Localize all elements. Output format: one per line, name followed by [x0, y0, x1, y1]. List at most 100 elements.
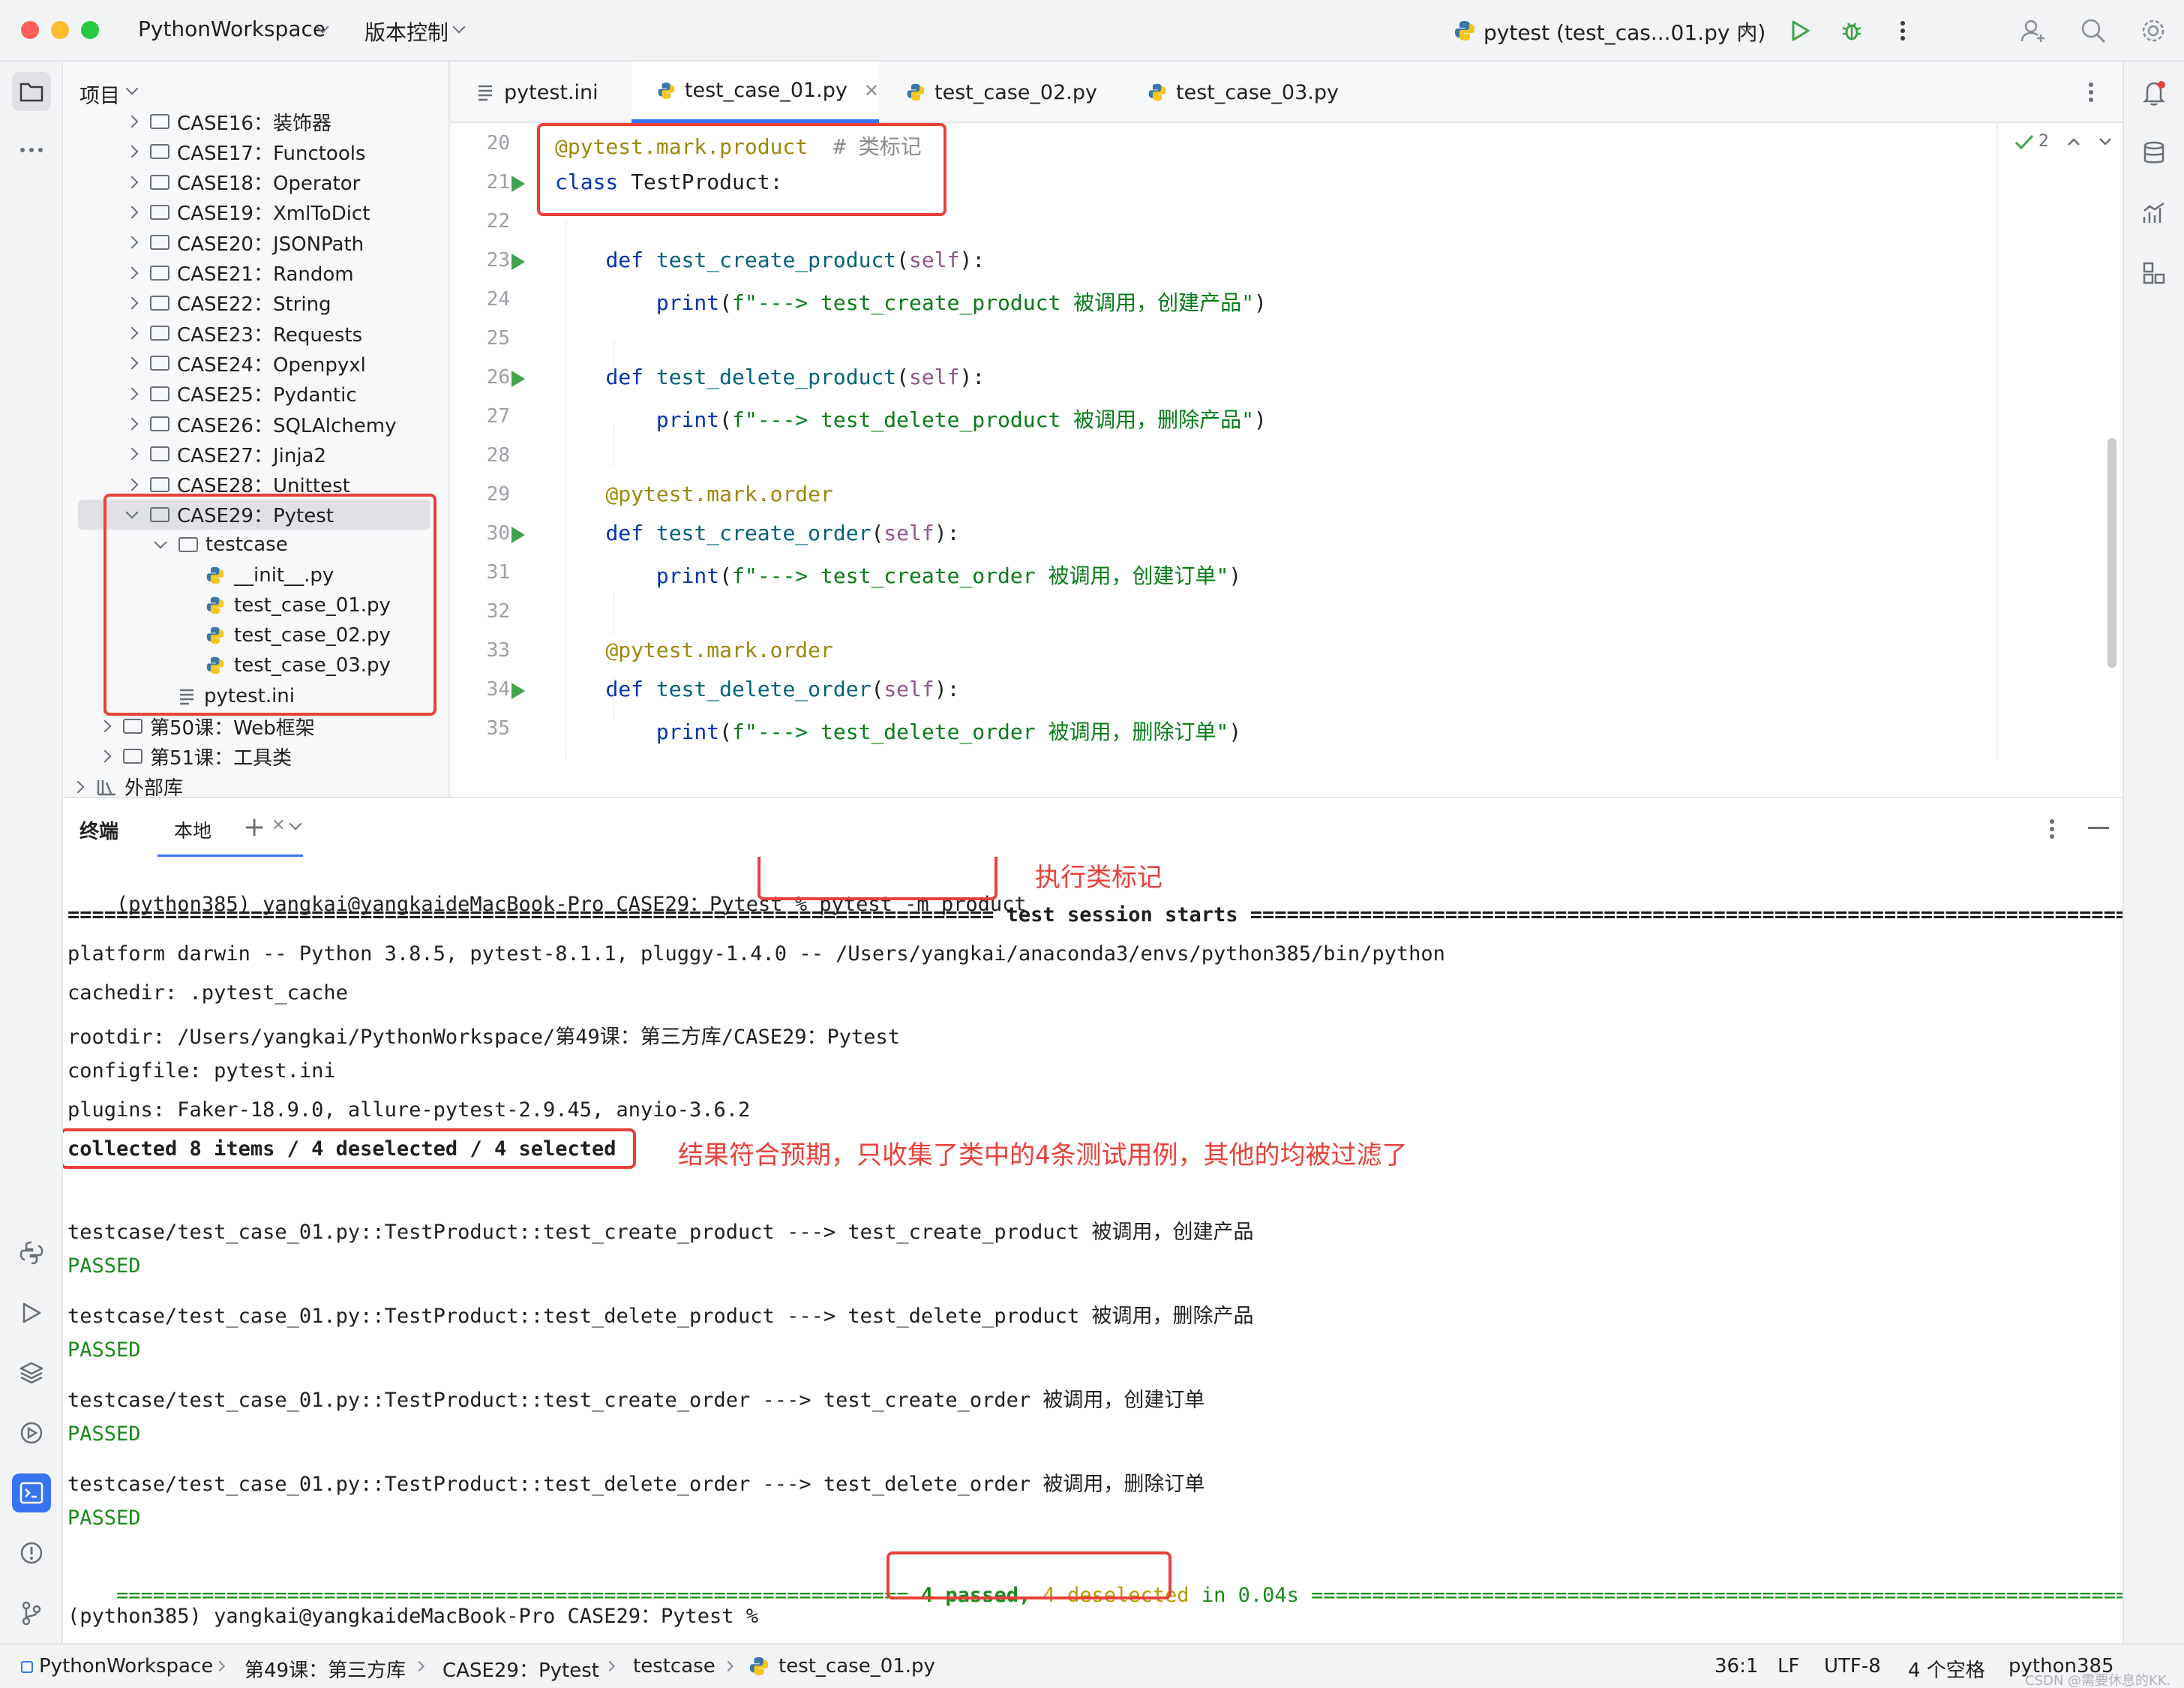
- code-line: print(f"---> test_create_order 被调用，创建订单"…: [656, 563, 1242, 588]
- run-tool-icon[interactable]: [12, 1293, 51, 1332]
- tree-item[interactable]: CASE24：Openpyxl: [125, 348, 366, 378]
- problems-icon[interactable]: [12, 1533, 51, 1572]
- tab-test-case-02[interactable]: test_case_02.py: [880, 62, 1120, 123]
- inspection-widget[interactable]: 2: [2014, 132, 2112, 151]
- chevron-right-icon[interactable]: [125, 326, 139, 340]
- chevron-right-icon[interactable]: [125, 356, 139, 370]
- terminal-icon[interactable]: [12, 1473, 51, 1512]
- breadcrumb-file[interactable]: test_case_01.py: [778, 1655, 935, 1677]
- chevron-right-icon[interactable]: [125, 266, 139, 279]
- tree-item[interactable]: CASE23：Requests: [125, 318, 362, 348]
- chevron-right-icon[interactable]: [125, 206, 139, 219]
- tree-item[interactable]: 第50课：Web框架: [98, 711, 315, 741]
- layers-icon[interactable]: [12, 1353, 51, 1392]
- tree-item[interactable]: CASE21：Random: [125, 258, 354, 288]
- chevron-up-icon[interactable]: [2067, 132, 2080, 151]
- chevron-right-icon[interactable]: [125, 447, 139, 461]
- code-editor[interactable]: 20 @pytest.mark.product # 类标记 21 class Test…: [450, 123, 2122, 759]
- tab-test-case-03[interactable]: test_case_03.py: [1122, 62, 1370, 123]
- structure-icon[interactable]: [2134, 254, 2174, 293]
- annotation-box-command: [758, 857, 998, 900]
- run-test-gutter-icon[interactable]: [512, 527, 525, 543]
- cachedir-line: cachedir: .pytest_cache: [68, 981, 348, 1005]
- database-icon[interactable]: [2134, 134, 2174, 173]
- tree-item[interactable]: CASE17：Functools: [125, 137, 366, 167]
- tree-item[interactable]: CASE22：String: [125, 288, 332, 318]
- tree-item[interactable]: CASE19：XmlToDict: [125, 197, 370, 227]
- notifications-bell-icon[interactable]: [2134, 74, 2174, 113]
- python-console-icon[interactable]: [12, 1233, 51, 1272]
- new-terminal-icon[interactable]: +: [243, 812, 266, 842]
- tree-item[interactable]: CASE26：SQLAlchemy: [125, 409, 397, 439]
- run-test-gutter-icon[interactable]: [512, 683, 525, 699]
- close-tab-icon[interactable]: ✕: [272, 816, 285, 835]
- settings-gear-icon[interactable]: [2138, 15, 2169, 47]
- maximize-window-button[interactable]: [81, 21, 99, 39]
- search-icon[interactable]: [2078, 15, 2109, 47]
- tree-item[interactable]: 第51课：工具类: [98, 741, 292, 771]
- chevron-right-icon[interactable]: [125, 145, 139, 158]
- tab-pytest-ini[interactable]: pytest.ini: [450, 62, 630, 123]
- services-icon[interactable]: [12, 1413, 51, 1452]
- project-folder-icon[interactable]: [12, 72, 51, 111]
- project-icon: [21, 1661, 33, 1673]
- terminal-tab-local[interactable]: 本地 ✕: [158, 798, 303, 858]
- vcs-menu[interactable]: 版本控制: [364, 17, 448, 47]
- chevron-right-icon[interactable]: [125, 176, 139, 189]
- breadcrumb-lesson[interactable]: 第49课：第三方库: [244, 1655, 406, 1683]
- chevron-right-icon[interactable]: [71, 780, 85, 794]
- run-test-gutter-icon[interactable]: [512, 176, 525, 192]
- scientific-mode-icon[interactable]: [2134, 194, 2174, 233]
- tree-item-label: CASE22：String: [177, 293, 332, 317]
- tab-options-icon[interactable]: [2088, 81, 2094, 107]
- tree-item-label: CASE24：Openpyxl: [177, 353, 366, 377]
- tree-item[interactable]: CASE25：Pydantic: [125, 379, 357, 409]
- project-panel-title[interactable]: 项目: [80, 80, 120, 109]
- more-tools-icon[interactable]: [12, 131, 51, 170]
- indent-setting[interactable]: 4 个空格: [1908, 1655, 1985, 1683]
- file-encoding[interactable]: UTF-8: [1824, 1655, 1881, 1677]
- breadcrumb-folder[interactable]: testcase: [633, 1655, 716, 1677]
- run-icon[interactable]: [1785, 15, 1816, 47]
- minimize-window-button[interactable]: [51, 21, 69, 39]
- chevron-right-icon[interactable]: [98, 719, 112, 733]
- tree-item[interactable]: CASE16：装饰器: [125, 107, 332, 137]
- chevron-right-icon[interactable]: [125, 115, 139, 128]
- close-window-button[interactable]: [21, 21, 39, 39]
- minimize-panel-icon[interactable]: [2088, 827, 2109, 829]
- chevron-right-icon[interactable]: [125, 417, 139, 431]
- tab-test-case-01[interactable]: test_case_01.py ✕: [632, 62, 879, 123]
- tree-item[interactable]: CASE27：Jinja2: [125, 439, 326, 469]
- chevron-right-icon[interactable]: [125, 296, 139, 310]
- chevron-right-icon[interactable]: [125, 387, 139, 401]
- close-tab-icon[interactable]: ✕: [864, 80, 879, 101]
- line-separator[interactable]: LF: [1778, 1655, 1799, 1677]
- breadcrumb-case[interactable]: CASE29：Pytest: [442, 1655, 599, 1683]
- tree-item[interactable]: CASE20：JSONPath: [125, 227, 364, 257]
- code-line: def test_create_product(self):: [605, 248, 986, 272]
- chevron-down-icon[interactable]: [2098, 132, 2112, 151]
- line-number: 29: [486, 483, 510, 506]
- breadcrumb-project[interactable]: PythonWorkspace: [39, 1655, 213, 1677]
- run-test-gutter-icon[interactable]: [512, 254, 525, 270]
- final-prompt: (python385) yangkai@yangkaideMacBook-Pro…: [68, 1605, 759, 1628]
- terminal-output[interactable]: (python385) yangkai@yangkaideMacBook-Pro…: [63, 857, 2122, 1643]
- project-switcher[interactable]: PythonWorkspace: [138, 17, 326, 41]
- tree-item-label: CASE26：SQLAlchemy: [177, 414, 397, 437]
- chevron-right-icon[interactable]: [125, 236, 139, 249]
- editor-scrollbar[interactable]: [2108, 438, 2116, 668]
- more-actions-icon[interactable]: [1887, 15, 1918, 47]
- terminal-options-icon[interactable]: [2049, 818, 2055, 843]
- caret-position[interactable]: 36:1: [1714, 1655, 1758, 1677]
- chevron-right-icon[interactable]: [125, 478, 139, 491]
- tree-item[interactable]: CASE18：Operator: [125, 167, 361, 197]
- tree-item-label: CASE18：Operator: [177, 173, 361, 196]
- line-number: 27: [486, 405, 510, 428]
- tree-item[interactable]: 外部库: [71, 772, 183, 797]
- run-test-gutter-icon[interactable]: [512, 371, 525, 387]
- debug-icon[interactable]: [1836, 15, 1868, 47]
- add-user-icon[interactable]: [2018, 15, 2049, 47]
- run-configuration-selector[interactable]: pytest (test_cas...01.py 内): [1484, 17, 1766, 47]
- chevron-right-icon[interactable]: [98, 749, 112, 763]
- git-branch-icon[interactable]: [12, 1593, 51, 1632]
